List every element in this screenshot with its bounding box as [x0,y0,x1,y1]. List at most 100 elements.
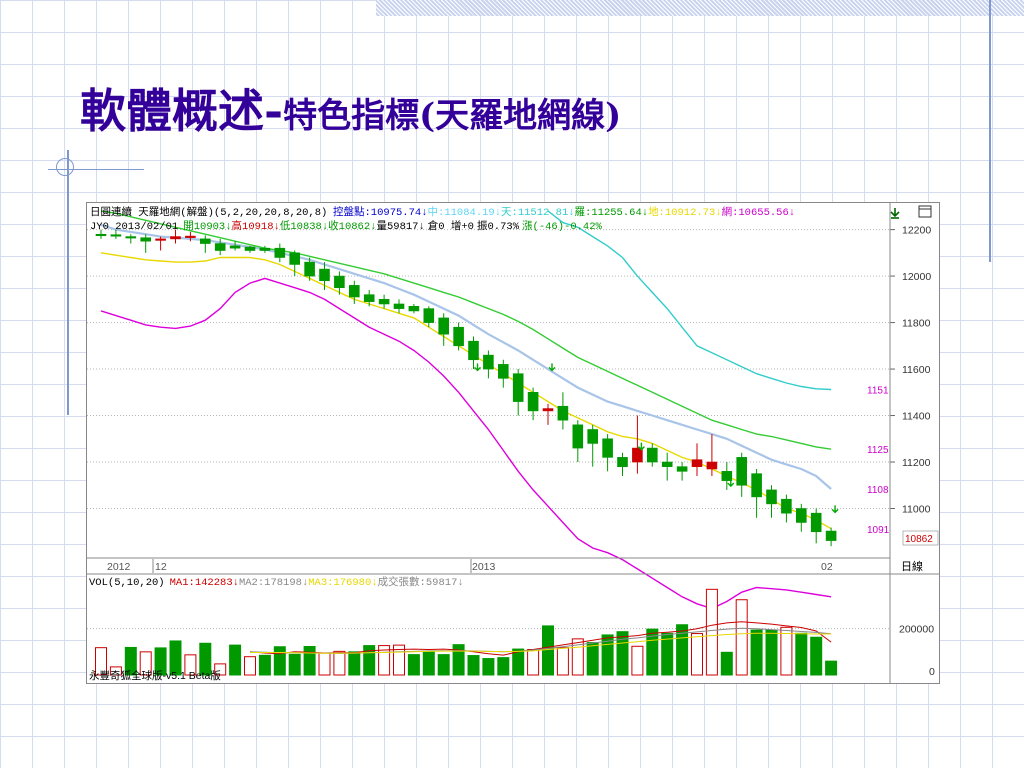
candle-body [557,405,569,421]
indicator-values: 控盤點:10975.74↓中:11084.19↓天:11512.81↓羅:112… [333,205,795,219]
candle-body [646,447,658,463]
volume-bar [765,629,778,676]
candle-body [289,252,300,265]
candle-body [676,466,688,472]
candle-body [348,285,360,298]
candle-body [766,489,777,505]
candle-body [751,473,762,498]
volume-bar [556,647,569,676]
volume-bar [631,645,644,676]
candle-body [781,498,792,514]
footer-version-text: 永豐奇狐全球版-v5.1 Beta版 [89,669,221,682]
indicator-line-羅 [100,210,832,450]
window-icon[interactable] [918,205,932,218]
candle-body [378,299,390,305]
volume-ma1: MA1:142283↓ [170,577,239,589]
candle-body [587,429,599,444]
candle-body [617,457,628,467]
slide-title-sub: 特色指標(天羅地網線) [283,96,622,136]
candle-body [408,305,420,312]
price-marker-label: 1125 [867,445,889,456]
price-tick-label: 11000 [902,504,931,516]
volume-bar [452,644,465,676]
candle-body [810,512,822,533]
candle-body [274,247,286,258]
candle-body [95,233,107,237]
daily-label[interactable]: 日線 [901,559,923,573]
volume-bar [363,645,376,676]
candle-body [497,364,509,379]
volume-header-title: VOL(5,10,20) [89,577,165,589]
volume-tick-label: 200000 [899,624,934,636]
volume-bar [244,656,256,676]
slide-title-main: 軟體概述- [80,84,284,138]
quote-symbol-date: JY0 2013/02/01 [90,221,178,233]
decorative-vertical-line-left [67,150,69,415]
price-tick-label: 11800 [902,318,931,330]
quote-open: 開10903↓ [183,220,231,233]
candle-body [393,303,405,309]
volume-bar [735,599,748,676]
price-tick-label: 12000 [902,271,931,283]
candle-body [229,245,241,249]
sell-signal-arrow [474,363,481,372]
indicator-value: 網:10655.56↓ [722,205,796,219]
volume-bar [542,625,554,676]
volume-bar [720,651,733,676]
candle-body [334,275,345,289]
volume-bar [482,658,495,676]
decorative-ring [56,158,74,176]
candle-body [319,268,330,282]
candle-body [155,238,166,241]
indicator-value: 羅:11255.64↓ [575,206,649,219]
volume-bar [303,646,316,676]
volume-bar [527,649,540,676]
time-label: 2013 [472,561,496,573]
price-tick-label: 11400 [902,411,931,423]
indicator-value: 中:11084.19↓ [428,205,502,219]
indicator-value: 控盤點:10975.74↓ [333,205,428,219]
volume-bar [422,650,435,676]
volume-ma3: MA3:176980↓ [308,577,377,589]
series-layer [100,210,832,610]
candle-body [125,236,137,239]
volume-bar [318,652,331,676]
volume-bar [273,646,286,676]
candle-body [438,317,450,335]
price-tick-label: 11200 [902,457,931,469]
volume-bar [437,654,450,676]
volume-header: VOL(5,10,20) MA1:142283↓MA2:178198↓MA3:17… [89,575,464,589]
quote-low: 低10838↓ [280,219,328,233]
candle-body [304,261,315,277]
candle-body [736,457,748,486]
time-label: 2012 [107,561,131,573]
volume-bar [586,642,599,676]
volume-bar [229,644,242,676]
volume-bar [348,651,361,676]
download-arrow-icon[interactable] [890,208,900,219]
time-label: 02 [821,561,833,573]
time-label: 12 [155,561,167,573]
volume-bar [705,588,718,676]
quote-change: 漲(-46)-0.42% [522,220,603,233]
quote-amplitude: 振0.73% [477,219,520,233]
quote-line: JY0 2013/02/01 開10903↓高10918↓低10838↓收1086… [90,219,603,233]
candle-body [170,236,181,240]
price-tick-label: 12200 [902,225,931,237]
indicator-line-網 [100,277,832,610]
candle-body [691,459,703,467]
volume-bar [497,657,510,676]
volume-bar [333,650,346,676]
indicator-line-地 [100,252,832,530]
indicator-name: 日圓連續 天羅地網(解盤)(5,2,20,20,8,20,8) [90,205,327,219]
candle-body [423,308,435,323]
candle-body [661,461,673,467]
candle-body [527,391,539,412]
slide-title: 軟體概述-特色指標(天羅地網線) [80,88,621,134]
candle-body [214,243,226,251]
candle-body [363,294,375,302]
price-volume-chart: 11000 11200 11400 11600 11800 12000 12200 0 2000… [87,203,939,683]
quote-close: 收10862↓ [328,219,376,233]
volume-bar [407,654,420,676]
candle-body [185,235,196,238]
